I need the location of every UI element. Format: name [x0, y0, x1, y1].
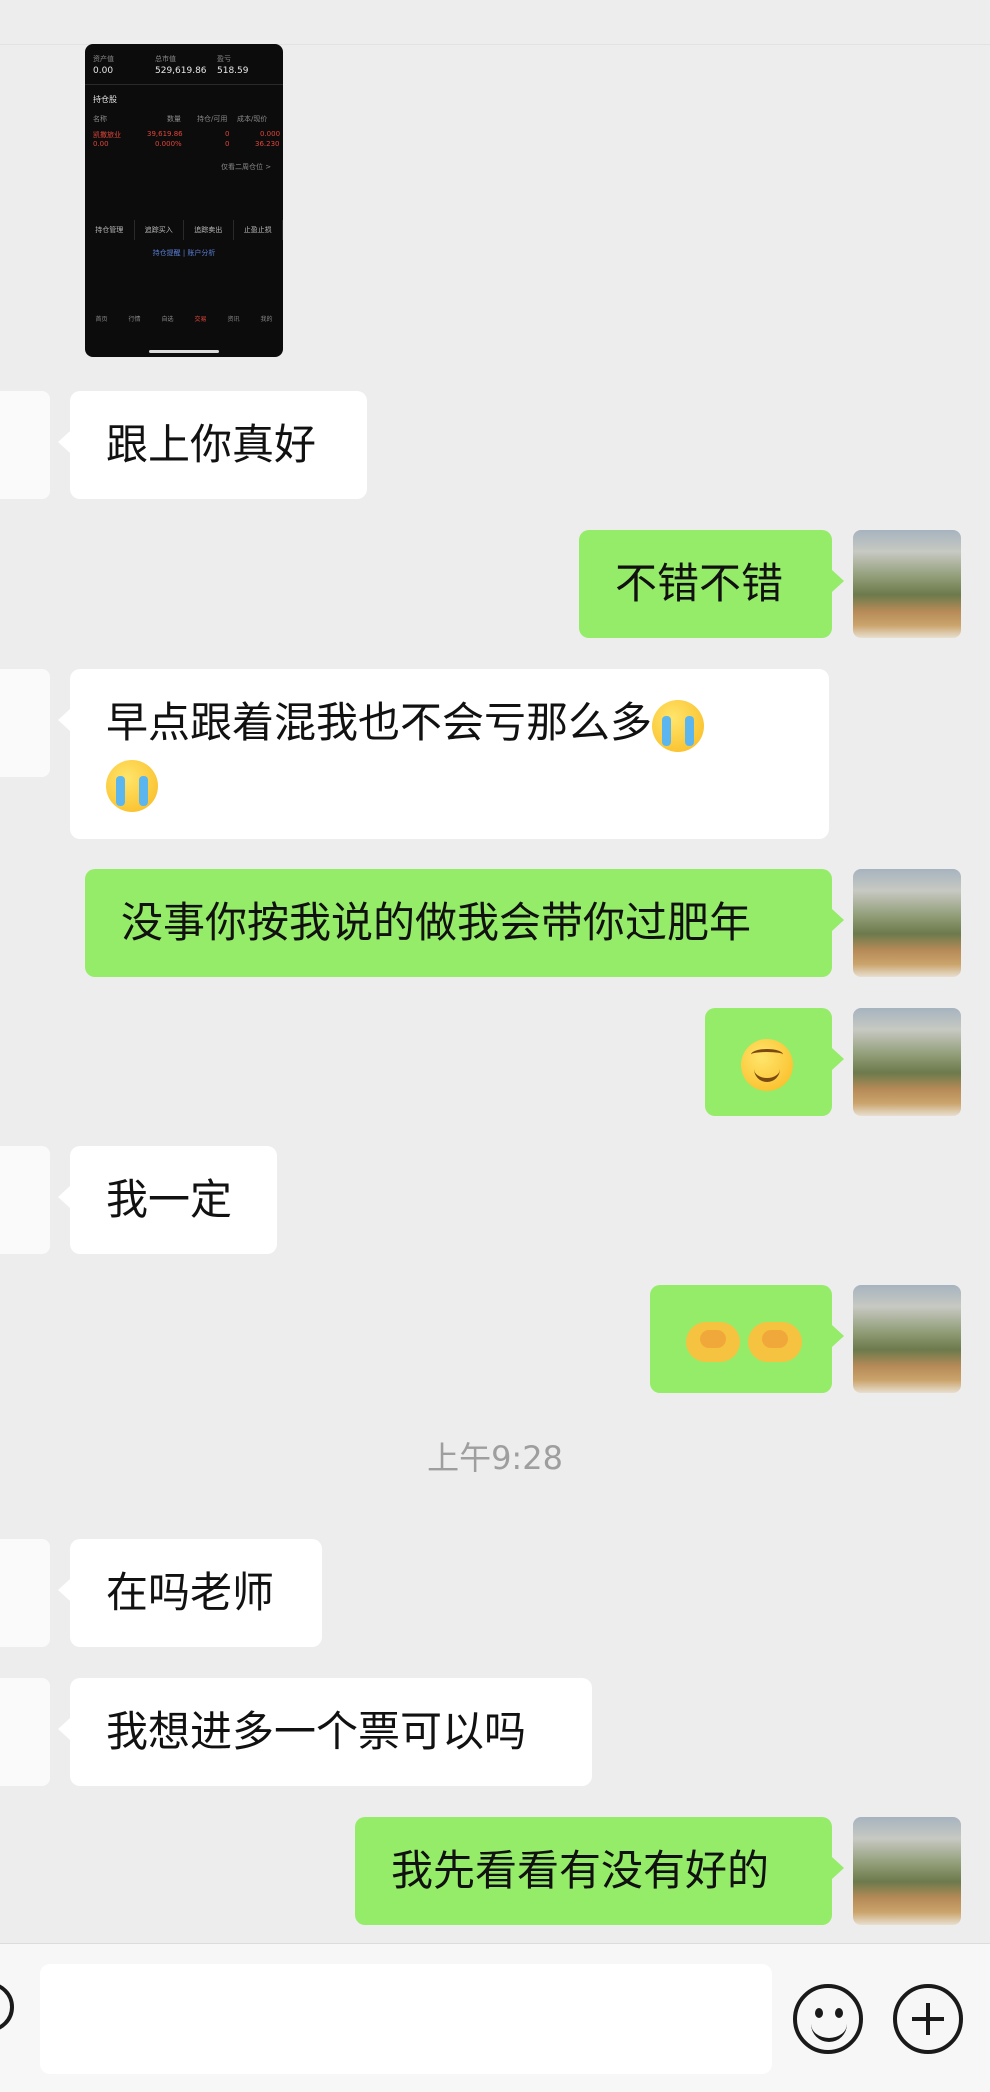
avatar-self[interactable] — [853, 530, 961, 638]
handshake-icon — [748, 1321, 802, 1362]
shot-nav-1: 首页 — [95, 316, 108, 323]
shot-nav-4: 交易 — [194, 316, 207, 323]
shot-btn-2: 追踪买入 — [135, 220, 184, 240]
shot-section-title: 持仓股 — [93, 95, 117, 104]
screenshot-image-message[interactable]: 资产值 总市值 盈亏 0.00 529,619.86 518.59 持仓股 名称… — [85, 44, 283, 357]
shot-cell-qty2: 0.000% — [155, 140, 182, 148]
shot-cell-cost: 0.000 — [260, 130, 281, 138]
shot-cell-name2: 0.00 — [93, 140, 109, 148]
avatar-other[interactable] — [0, 1146, 50, 1254]
shot-col-4: 成本/现价 — [237, 115, 268, 123]
home-indicator — [149, 350, 219, 353]
avatar-self[interactable] — [853, 1817, 961, 1925]
shot-cell-name: 凯撒旅业 — [93, 131, 121, 139]
shot-cell-hold2: 0 — [225, 140, 230, 148]
shot-col-3: 持仓/可用 — [197, 115, 228, 123]
message-input[interactable] — [40, 1964, 772, 2074]
voice-icon[interactable] — [0, 1982, 14, 2032]
shot-col-2: 数量 — [167, 115, 181, 123]
avatar-other[interactable] — [0, 669, 50, 777]
message-bubble-right[interactable] — [705, 1008, 844, 1116]
shot-label-3: 盈亏 — [217, 55, 231, 63]
smiley-icon[interactable] — [793, 1984, 863, 2054]
shot-cell-cost2: 36.230 — [255, 140, 280, 148]
top-bar — [0, 0, 990, 45]
shot-nav-2: 行情 — [128, 316, 141, 323]
shot-col-1: 名称 — [93, 115, 107, 123]
message-bubble-right[interactable] — [650, 1285, 844, 1393]
shot-label-1: 资产值 — [93, 55, 114, 63]
shot-cell-qty: 39,619.86 — [147, 130, 183, 138]
input-bar — [0, 1943, 990, 2092]
avatar-self[interactable] — [853, 869, 961, 977]
shot-buttons: 持仓管理 追踪买入 追踪卖出 止盈止损 — [85, 220, 283, 240]
message-bubble-left[interactable]: 我想进多一个票可以吗 — [58, 1678, 592, 1786]
message-bubble-left[interactable]: 在吗老师 — [58, 1539, 322, 1647]
shot-nav: 首页 行情 自选 交易 资讯 我的 — [85, 314, 283, 323]
message-bubble-right[interactable]: 不错不错 — [579, 530, 844, 638]
message-bubble-left[interactable]: 跟上你真好 — [58, 391, 367, 499]
avatar-self[interactable] — [853, 1008, 961, 1116]
relieved-face-icon — [741, 1038, 793, 1091]
shot-nav-3: 自选 — [161, 316, 174, 323]
avatar-other[interactable] — [0, 1539, 50, 1647]
shot-nav-6: 我的 — [260, 316, 273, 323]
shot-links: 持仓提醒 | 账户分析 — [152, 249, 216, 257]
shot-btn-3: 追踪卖出 — [184, 220, 234, 240]
message-bubble-left[interactable]: 早点跟着混我也不会亏那么多 — [58, 669, 829, 839]
avatar-other[interactable] — [0, 391, 50, 499]
shot-nav-5: 资讯 — [227, 316, 240, 323]
handshake-icon — [686, 1321, 740, 1362]
divider — [85, 84, 283, 85]
loudly-crying-face-icon — [652, 699, 705, 752]
message-bubble-left[interactable]: 我一定 — [58, 1146, 277, 1254]
avatar-self[interactable] — [853, 1285, 961, 1393]
loudly-crying-face-icon — [106, 759, 158, 812]
shot-value-3: 518.59 — [217, 66, 249, 76]
shot-value-2: 529,619.86 — [155, 66, 207, 76]
plus-icon[interactable] — [893, 1984, 963, 2054]
shot-btn-1: 持仓管理 — [85, 220, 135, 240]
avatar-other[interactable] — [0, 1678, 50, 1786]
shot-btn-4: 止盈止损 — [234, 220, 283, 240]
shot-value-1: 0.00 — [93, 66, 114, 76]
message-bubble-right[interactable]: 我先看看有没有好的 — [355, 1817, 844, 1925]
message-text: 早点跟着混我也不会亏那么多 — [106, 698, 653, 747]
message-bubble-right[interactable]: 没事你按我说的做我会带你过肥年 — [85, 869, 844, 977]
shot-cell-hold: 0 — [225, 130, 230, 138]
timestamp: 上午9:28 — [427, 1439, 563, 1477]
shot-note: 仅看二周仓位 > — [221, 163, 272, 171]
shot-label-2: 总市值 — [155, 55, 176, 63]
